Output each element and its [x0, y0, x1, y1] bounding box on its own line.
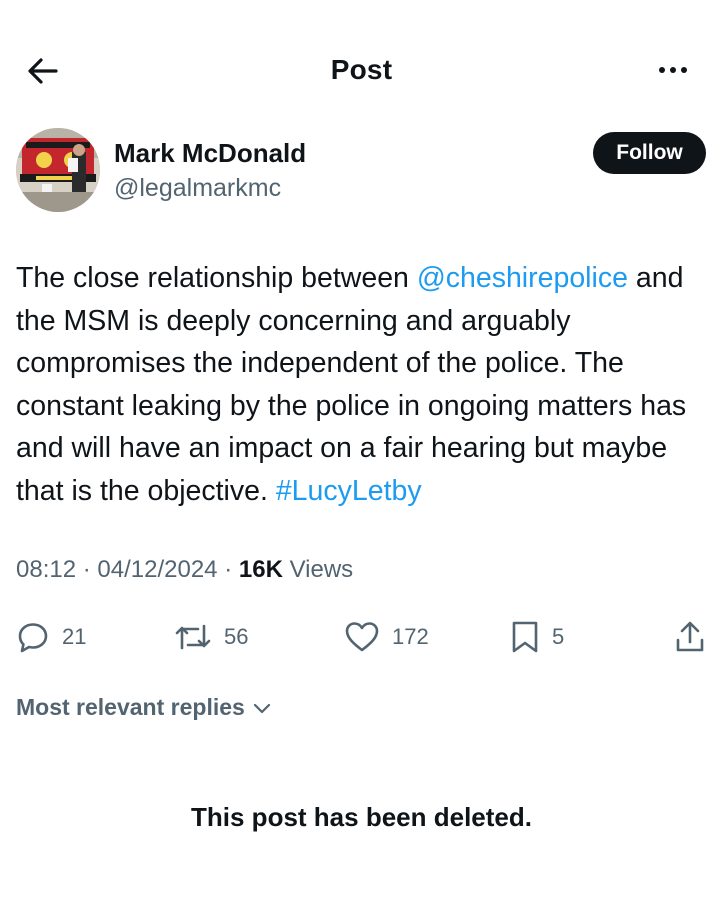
- bookmark-icon: [512, 621, 538, 653]
- reply-button[interactable]: 21: [16, 614, 86, 660]
- post-meta: 08:12 · 04/12/2024 · 16K Views: [16, 556, 353, 584]
- meta-separator: ·: [82, 556, 91, 583]
- deleted-post-notice: This post has been deleted.: [191, 802, 532, 832]
- share-button[interactable]: [674, 614, 706, 660]
- mention-link[interactable]: @cheshirepolice: [417, 262, 628, 294]
- chevron-down-icon: [253, 703, 270, 713]
- more-options-button[interactable]: [651, 52, 695, 88]
- avatar-image: [16, 128, 100, 212]
- author-handle[interactable]: @legalmarkmc: [114, 174, 281, 203]
- author-name[interactable]: Mark McDonald: [114, 138, 306, 169]
- replies-sort-dropdown[interactable]: Most relevant replies: [16, 694, 273, 721]
- replies-sort-label: Most relevant replies: [16, 694, 245, 720]
- meta-separator: ·: [224, 556, 233, 583]
- repost-icon: [175, 624, 211, 650]
- repost-button[interactable]: 56: [174, 614, 248, 660]
- like-button[interactable]: 172: [344, 614, 429, 660]
- page-title: Post: [330, 54, 393, 85]
- more-horizontal-icon: [659, 67, 665, 73]
- follow-button[interactable]: Follow: [593, 132, 706, 174]
- avatar[interactable]: [16, 128, 100, 212]
- hashtag-link[interactable]: #LucyLetby: [276, 475, 422, 507]
- views-label: Views: [289, 556, 354, 583]
- post-text-part: and the MSM is deeply concerning and arg…: [16, 262, 687, 507]
- action-bar: 21 56 172 5: [0, 614, 723, 660]
- status-bar: [0, 0, 723, 2]
- reply-count: 21: [62, 624, 87, 649]
- post-text-part: The close relationship between: [16, 262, 417, 294]
- like-count: 172: [392, 624, 429, 649]
- post-time[interactable]: 08:12: [16, 556, 76, 583]
- reply-icon: [18, 623, 48, 653]
- top-bar: Post: [0, 40, 723, 100]
- repost-count: 56: [224, 624, 249, 649]
- bookmark-count: 5: [552, 624, 565, 649]
- views-count[interactable]: 16K: [239, 556, 283, 583]
- share-icon: [676, 621, 704, 652]
- post-text: The close relationship between @cheshire…: [16, 257, 712, 512]
- author-row: Mark McDonald @legalmarkmc Follow: [16, 128, 706, 218]
- bookmark-button[interactable]: 5: [510, 614, 564, 660]
- heart-icon: [345, 622, 379, 652]
- post-date[interactable]: 04/12/2024: [97, 556, 217, 583]
